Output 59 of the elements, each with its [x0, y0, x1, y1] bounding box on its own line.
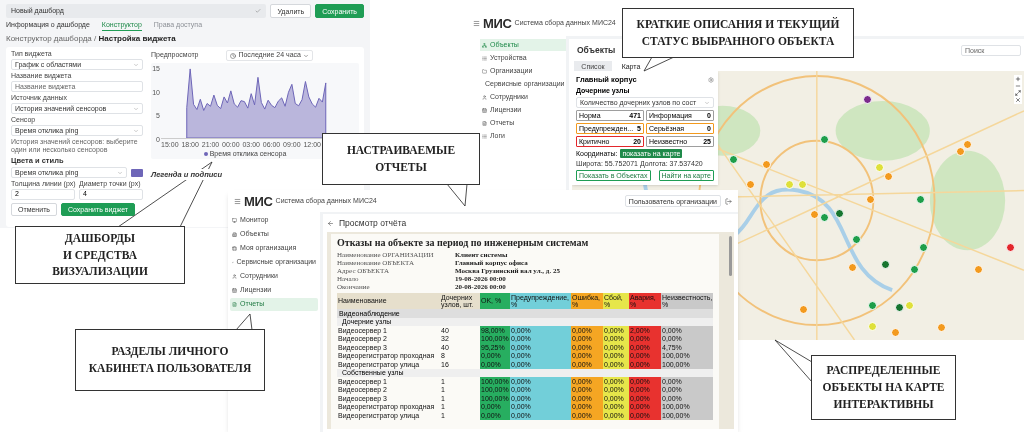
page-title: Просмотр отчёта [339, 216, 407, 230]
callout-text: ДАШБОРДЫ И СРЕДСТВА ВИЗУАЛИЗАЦИИ [52, 231, 148, 280]
callout-text: НАСТРАИВАЕМЫЕ ОТЧЕТЫ [346, 143, 456, 175]
map-marker[interactable] [875, 163, 885, 172]
fullscreen-icon[interactable] [1015, 90, 1021, 96]
scrollbar[interactable] [729, 236, 732, 276]
chevron-down-icon [303, 52, 309, 59]
logo: МИС [483, 16, 512, 30]
map-marker[interactable] [848, 263, 858, 272]
map-marker[interactable] [909, 265, 919, 274]
clock-icon [230, 52, 237, 59]
map-marker[interactable] [891, 328, 901, 337]
map-marker[interactable] [761, 160, 771, 169]
report-title: Отказы на объекте за период по инженерным системам [337, 237, 590, 249]
chevron-down-icon [133, 61, 139, 68]
back-arrow-icon[interactable] [327, 219, 334, 227]
logout-icon[interactable] [725, 197, 732, 205]
page-heading: Конструктор дашборда / Настройка виджета [6, 34, 177, 44]
menu-icon[interactable] [234, 197, 241, 205]
map-marker[interactable] [973, 265, 983, 274]
menu-icon[interactable] [473, 19, 480, 27]
settings-icon[interactable] [708, 76, 714, 83]
check-icon [255, 8, 262, 14]
map-marker[interactable] [852, 235, 862, 244]
map-marker[interactable] [797, 180, 807, 189]
zoom-in-icon[interactable] [1015, 76, 1021, 82]
map-marker[interactable] [834, 209, 844, 218]
color-swatch[interactable] [131, 168, 143, 177]
chevron-down-icon [133, 105, 139, 112]
map-marker[interactable] [918, 243, 928, 252]
map-marker[interactable] [867, 301, 877, 310]
map-marker[interactable] [865, 195, 875, 204]
map-marker[interactable] [820, 213, 830, 222]
chevron-down-icon [117, 169, 123, 176]
map-marker[interactable] [916, 195, 926, 204]
map-marker[interactable] [810, 210, 820, 219]
map-marker[interactable] [868, 322, 878, 331]
map-marker[interactable] [1006, 243, 1016, 252]
map-marker[interactable] [880, 260, 890, 269]
close-icon[interactable] [1015, 97, 1021, 103]
map-marker[interactable] [799, 305, 809, 314]
map-marker[interactable] [863, 95, 873, 104]
callout-text: РАЗДЕЛЫ ЛИЧНОГО КАБИНЕТА ПОЛЬЗОВАТЕЛЯ [88, 344, 252, 376]
map-marker[interactable] [746, 180, 756, 189]
chevron-down-icon [133, 127, 139, 134]
map-marker[interactable] [820, 135, 830, 144]
map-marker[interactable] [895, 303, 905, 312]
page-title: Объекты [576, 43, 616, 57]
logo: МИС [244, 194, 273, 208]
map-marker[interactable] [884, 172, 894, 181]
callout-text: РАСПРЕДЕЛЕННЫЕ ОБЪЕКТЫ НА КАРТЕ ИНТЕРАКТИВНЫ [822, 363, 945, 412]
callout-text: КРАТКИЕ ОПИСАНИЯ И ТЕКУЩИЙ СТАТУС ВЫБРАННОГО ОБЪЕКТА [636, 16, 840, 49]
map-marker[interactable] [905, 301, 915, 310]
map-marker[interactable] [955, 147, 965, 156]
map-marker[interactable] [785, 180, 795, 189]
map-marker[interactable] [728, 155, 738, 164]
chevron-down-icon [704, 99, 710, 106]
map-marker[interactable] [936, 323, 946, 332]
map-marker[interactable] [963, 140, 973, 149]
